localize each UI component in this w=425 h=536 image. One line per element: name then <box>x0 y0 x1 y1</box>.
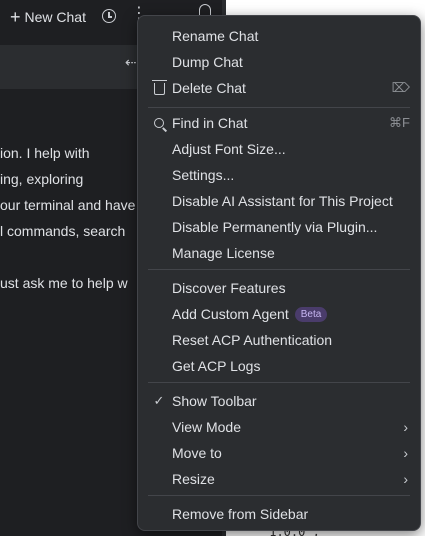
menu-item-add-custom-agent[interactable]: Add Custom Agent Beta <box>144 301 416 327</box>
menu-item-discover-features[interactable]: Discover Features <box>144 275 416 301</box>
menu-item-manage-license[interactable]: Manage License <box>144 240 416 266</box>
back-arrow-icon[interactable]: ⇠ <box>125 54 137 71</box>
chevron-right-icon: › <box>403 445 408 461</box>
trash-icon <box>151 80 167 95</box>
menu-item-disable-project[interactable]: Disable AI Assistant for This Project <box>144 188 416 214</box>
menu-item-disable-plugin[interactable]: Disable Permanently via Plugin... <box>144 214 416 240</box>
menu-item-resize[interactable]: Resize › <box>144 466 416 492</box>
menu-item-delete-chat[interactable]: Delete Chat ⌦ <box>144 75 416 101</box>
checkmark-icon: ✓ <box>153 393 165 408</box>
search-icon <box>152 116 166 130</box>
menu-item-label: Disable Permanently via Plugin... <box>172 219 378 235</box>
menu-item-rename-chat[interactable]: Rename Chat <box>144 23 416 49</box>
menu-item-label: Manage License <box>172 245 275 261</box>
menu-item-label: Get ACP Logs <box>172 358 261 374</box>
new-chat-button[interactable]: + New Chat <box>10 8 86 26</box>
history-icon[interactable] <box>102 9 116 23</box>
menu-item-label: Reset ACP Authentication <box>172 332 333 348</box>
menu-item-reset-acp-auth[interactable]: Reset ACP Authentication <box>144 327 416 353</box>
chat-line <box>0 244 146 270</box>
chat-line: our terminal and have <box>0 197 136 213</box>
menu-item-label: Move to <box>172 445 222 461</box>
menu-item-remove-from-sidebar[interactable]: Remove from Sidebar <box>144 501 416 527</box>
menu-item-label: Discover Features <box>172 280 286 296</box>
chat-line: ion. I help with <box>0 145 90 161</box>
menu-item-label: Resize <box>172 471 215 487</box>
chat-line: l commands, search <box>0 223 126 239</box>
menu-item-label: Add Custom Agent Beta <box>172 305 328 323</box>
menu-separator <box>148 269 410 270</box>
beta-badge: Beta <box>294 307 328 323</box>
menu-item-label: Dump Chat <box>172 54 243 70</box>
delete-shortcut: ⌦ <box>391 80 410 95</box>
menu-item-label: Delete Chat <box>172 80 246 96</box>
menu-item-show-toolbar[interactable]: ✓ Show Toolbar <box>144 388 416 414</box>
menu-item-label: Settings... <box>172 167 235 183</box>
custom-agent-label: Add Custom Agent <box>172 305 289 322</box>
menu-item-move-to[interactable]: Move to › <box>144 440 416 466</box>
menu-item-label: Rename Chat <box>172 28 259 44</box>
menu-item-settings[interactable]: Settings... <box>144 162 416 188</box>
new-chat-label: New Chat <box>24 9 86 25</box>
menu-item-find-in-chat[interactable]: Find in Chat ⌘F <box>144 110 416 136</box>
menu-item-dump-chat[interactable]: Dump Chat <box>144 49 416 75</box>
menu-item-label: Show Toolbar <box>172 393 257 409</box>
chat-options-menu: Rename Chat Dump Chat Delete Chat ⌦ Find… <box>137 15 421 531</box>
menu-separator <box>148 382 410 383</box>
chat-message: ion. I help with ing, exploring our term… <box>0 140 146 296</box>
menu-item-label: View Mode <box>172 419 242 435</box>
chevron-right-icon: › <box>403 471 408 487</box>
find-shortcut: ⌘F <box>389 115 410 130</box>
menu-item-label: Remove from Sidebar <box>172 506 309 522</box>
menu-item-label: Find in Chat <box>172 115 248 131</box>
menu-separator <box>148 107 410 108</box>
menu-item-label: Adjust Font Size... <box>172 141 286 157</box>
menu-item-get-acp-logs[interactable]: Get ACP Logs <box>144 353 416 379</box>
plus-icon: + <box>10 7 21 27</box>
menu-separator <box>148 495 410 496</box>
menu-item-label: Disable AI Assistant for This Project <box>172 193 393 209</box>
chat-line: ing, exploring <box>0 171 84 187</box>
menu-item-view-mode[interactable]: View Mode › <box>144 414 416 440</box>
chat-line: ust ask me to help w <box>0 275 128 291</box>
menu-item-adjust-font-size[interactable]: Adjust Font Size... <box>144 136 416 162</box>
chevron-right-icon: › <box>403 419 408 435</box>
